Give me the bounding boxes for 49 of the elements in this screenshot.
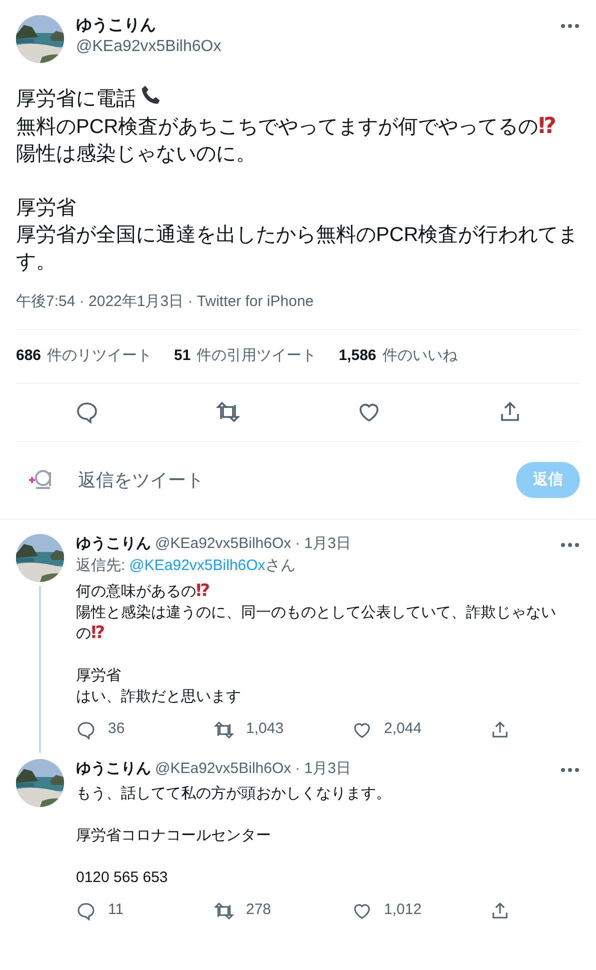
retweet-count: 1,043 xyxy=(246,719,284,740)
like-count: 2,044 xyxy=(384,719,422,740)
retweet-icon[interactable] xyxy=(216,400,240,424)
reply-count: 11 xyxy=(108,900,124,920)
user-name[interactable]: ゆうこりん xyxy=(76,15,156,36)
stat-link[interactable]: 1,586 件のいいね xyxy=(338,345,458,368)
tweet-text: もう、話してて私の方が頭おかしくなります。 xyxy=(76,784,391,804)
tweet-text: 厚労省コロナコールセンター xyxy=(76,826,271,846)
user-name[interactable]: ゆうこりん xyxy=(76,534,151,554)
reply-icon[interactable] xyxy=(76,900,96,920)
stat-label: 件のリツイート xyxy=(47,346,152,366)
tweet-text: 0120 565 653 xyxy=(76,868,168,888)
tweet-text: はい、詐欺だと思います xyxy=(76,686,241,706)
retweet-icon[interactable] xyxy=(214,720,234,740)
stat-label: 件の引用ツイート xyxy=(196,346,317,366)
like-count: 1,012 xyxy=(384,900,422,920)
stat-count: 51 xyxy=(174,346,191,366)
user-handle[interactable]: @KEa92vx5Bilh6Ox xyxy=(76,36,222,58)
reply-count: 36 xyxy=(108,719,125,740)
user-handle[interactable]: @KEa92vx5Bilh6Ox xyxy=(155,758,292,778)
retweet-icon[interactable] xyxy=(214,900,234,920)
stat-count: 686 xyxy=(16,346,42,366)
tweet-text: 厚労省 xyxy=(16,196,76,221)
retweet-count: 278 xyxy=(246,900,272,920)
share-icon[interactable] xyxy=(490,720,510,740)
reply-to-label: 返信先: xyxy=(76,556,126,576)
tweet-text: 厚労省が全国に通達を出したから無料のPCR検査が行われてます。 xyxy=(16,223,580,275)
tweet-text: 陽性と感染は違うのに、同一のものとして公表していて、詐欺じゃないの⁉ xyxy=(76,602,557,644)
user-name[interactable]: ゆうこりん xyxy=(76,758,151,778)
reply-icon[interactable] xyxy=(74,400,98,424)
tweet-text: 厚労省 xyxy=(76,666,121,686)
more-icon[interactable] xyxy=(560,766,580,772)
more-icon[interactable] xyxy=(560,542,580,548)
tweet-date[interactable]: · 1月3日 xyxy=(295,534,351,554)
tweet-text: 無料のPCR検査があちこちでやってますが何でやってるの⁉ xyxy=(16,113,556,141)
reply-to-suffix: さん xyxy=(265,556,296,576)
stat-link[interactable]: 51 件の引用ツイート xyxy=(174,345,317,368)
stat-count: 1,586 xyxy=(338,346,376,366)
tweet-text: 陽性は感染じゃないのに。 xyxy=(16,142,256,167)
tweet-text: 何の意味があるの⁉ xyxy=(76,580,210,602)
share-icon[interactable] xyxy=(490,900,510,920)
user-handle[interactable]: @KEa92vx5Bilh6Ox xyxy=(155,534,292,554)
timestamp[interactable]: 午後7:54 · 2022年1月3日 · Twitter for iPhone xyxy=(16,293,314,310)
more-icon[interactable] xyxy=(560,23,580,29)
reply-icon[interactable] xyxy=(76,720,96,740)
tweet-date[interactable]: · 1月3日 xyxy=(295,758,351,778)
tweet-text: 厚労省に電話 xyxy=(16,88,136,110)
stat-link[interactable]: 686 件のリツイート xyxy=(16,345,152,368)
stat-label: 件のいいね xyxy=(382,346,458,366)
